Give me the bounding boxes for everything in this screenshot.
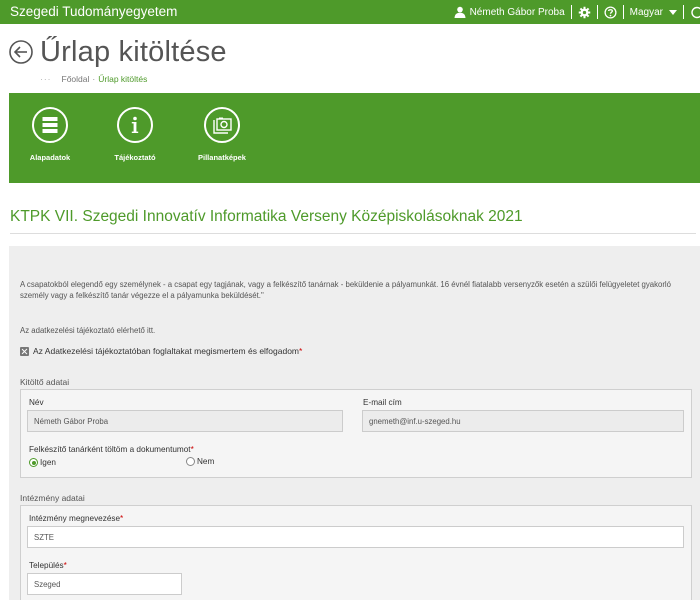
nav-item-label: Pillanatképek [198,153,246,162]
institution-name-input[interactable]: SZTE [27,526,684,548]
required-mark: * [63,561,67,570]
consent-row: Az Adatkezelési tájékoztatóban foglaltak… [20,346,302,356]
list-icon [32,107,68,143]
radio-yes-label: Igen [40,458,56,467]
city-label-text: Település [29,561,64,570]
teacher-question-text: Felkészítő tanárként töltöm a dokumentum… [29,445,191,454]
nav-item-alapadatok[interactable]: Alapadatok [15,107,85,162]
top-bar: Szegedi Tudományegyetem Németh Gábor Pro… [0,0,700,24]
name-input[interactable]: Németh Gábor Proba [27,410,343,432]
required-mark: * [120,514,124,523]
required-mark: * [299,346,303,356]
back-arrow-icon[interactable] [8,39,34,65]
intro-text: A csapatokból elegendő egy személynek - … [20,280,672,300]
help-icon[interactable] [604,5,617,19]
divider [683,5,684,19]
divider [596,5,598,19]
university-brand[interactable]: Szegedi Tudományegyetem [10,4,177,19]
info-icon [117,107,153,143]
required-mark: * [190,445,194,454]
consent-checkbox[interactable] [20,346,29,356]
chevron-down-icon[interactable] [669,9,677,15]
form-navigation: Alapadatok Tájékoztató Pillanatképek [9,93,700,183]
filler-fieldset: Név Németh Gábor Proba E-mail cím gnemet… [20,389,692,478]
consent-label[interactable]: Az Adatkezelési tájékoztatóban foglaltak… [33,346,299,356]
radio-yes[interactable]: Igen [29,458,56,467]
user-name[interactable]: Németh Gábor Proba [470,7,565,18]
breadcrumb-current[interactable]: Űrlap kitöltés [98,74,147,84]
radio-no[interactable]: Nem [186,457,214,466]
radio-no-label: Nem [197,457,215,466]
teacher-question-label: Felkészítő tanárként töltöm a dokumentum… [29,445,194,454]
nav-item-pillanatkepek[interactable]: Pillanatképek [187,107,257,162]
institution-legend: Intézmény adatai [20,493,85,503]
institution-name-label: Intézmény megnevezése* [29,514,123,523]
form-heading: KTPK VII. Szegedi Innovatív Informatika … [10,208,523,225]
divider [570,5,572,19]
nav-item-label: Alapadatok [29,153,71,162]
breadcrumb-separator: · [92,74,96,84]
nav-item-label: Tájékoztató [114,153,156,162]
privacy-note-link[interactable]: Az adatkezelési tájékoztató elérhető itt… [20,326,155,335]
institution-name-text: Intézmény megnevezése [29,514,121,523]
name-label: Név [29,398,44,407]
city-label: Település* [29,561,67,570]
top-bar-right: Németh Gábor Proba Magyar [454,0,700,24]
page-header: Űrlap kitöltése [8,34,227,70]
nav-item-tajekoztato[interactable]: Tájékoztató [100,107,170,162]
radio-indicator [186,457,195,466]
radio-selected-indicator [29,458,38,467]
email-label: E-mail cím [363,398,402,407]
gear-icon[interactable] [578,6,591,19]
gallery-icon [204,107,240,143]
divider [622,5,624,19]
user-icon[interactable] [454,6,466,18]
breadcrumb-dots: ··· [40,74,52,84]
city-input[interactable]: Szeged [27,573,182,595]
language-selector[interactable]: Magyar [630,7,663,18]
divider [10,233,696,234]
institution-fieldset: Intézmény megnevezése* SZTE Település* S… [20,505,692,600]
page-title: Űrlap kitöltése [40,35,227,68]
breadcrumb: ··· Főoldal · Űrlap kitöltés [40,74,147,84]
filler-legend: Kitöltő adatai [20,377,70,387]
email-input[interactable]: gnemeth@inf.u-szeged.hu [362,410,684,432]
breadcrumb-home-link[interactable]: Főoldal [62,74,90,84]
logout-icon[interactable] [690,6,700,19]
